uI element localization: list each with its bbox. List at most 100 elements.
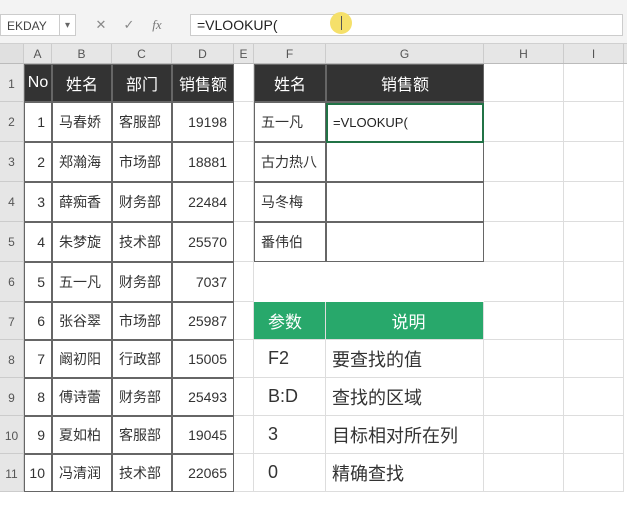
cell[interactable]: 财务部: [112, 262, 172, 302]
row-header[interactable]: 3: [0, 142, 24, 182]
desc-cell[interactable]: 查找的区域: [326, 378, 484, 416]
cell[interactable]: [234, 302, 254, 340]
param-cell[interactable]: 3: [254, 416, 326, 454]
col-header-G[interactable]: G: [326, 44, 484, 63]
param-header[interactable]: 参数: [254, 302, 326, 340]
col-header-A[interactable]: A: [24, 44, 52, 63]
cell[interactable]: [564, 416, 624, 454]
cell[interactable]: [564, 222, 624, 262]
cell[interactable]: 15005: [172, 340, 234, 378]
header-no[interactable]: No: [24, 64, 52, 102]
name-box-dropdown-icon[interactable]: ▾: [60, 14, 76, 36]
cell[interactable]: 冯清润: [52, 454, 112, 492]
row-header[interactable]: 6: [0, 262, 24, 302]
cell[interactable]: [234, 64, 254, 102]
cell[interactable]: [564, 182, 624, 222]
col-header-F[interactable]: F: [254, 44, 326, 63]
cell[interactable]: [564, 102, 624, 142]
row-header[interactable]: 4: [0, 182, 24, 222]
cell[interactable]: 9: [24, 416, 52, 454]
spreadsheet-grid[interactable]: A B C D E F G H I 1 No 姓名 部门 销售额 姓名 销售额 …: [0, 44, 627, 492]
col-header-B[interactable]: B: [52, 44, 112, 63]
lookup-header-name[interactable]: 姓名: [254, 64, 326, 102]
name-box[interactable]: EKDAY: [0, 14, 60, 36]
header-name[interactable]: 姓名: [52, 64, 112, 102]
cell[interactable]: 22484: [172, 182, 234, 222]
cell[interactable]: [484, 222, 564, 262]
column-headers[interactable]: A B C D E F G H I: [0, 44, 627, 64]
cell[interactable]: 19045: [172, 416, 234, 454]
cell[interactable]: 19198: [172, 102, 234, 142]
cell[interactable]: 夏如柏: [52, 416, 112, 454]
cell[interactable]: 6: [24, 302, 52, 340]
cell[interactable]: 8: [24, 378, 52, 416]
cell[interactable]: [564, 64, 624, 102]
cell[interactable]: 阚初阳: [52, 340, 112, 378]
cell[interactable]: [564, 302, 624, 340]
cell[interactable]: 古力热八: [254, 142, 326, 182]
cell[interactable]: [484, 416, 564, 454]
desc-cell[interactable]: 要查找的值: [326, 340, 484, 378]
cell[interactable]: [234, 416, 254, 454]
cell[interactable]: [326, 262, 484, 302]
cell[interactable]: [234, 454, 254, 492]
cell[interactable]: [326, 182, 484, 222]
cell[interactable]: 25493: [172, 378, 234, 416]
cell[interactable]: 3: [24, 182, 52, 222]
cell[interactable]: [254, 262, 326, 302]
cell[interactable]: [564, 378, 624, 416]
cell[interactable]: [484, 262, 564, 302]
cell[interactable]: 财务部: [112, 182, 172, 222]
cell[interactable]: 市场部: [112, 302, 172, 340]
cell[interactable]: 7037: [172, 262, 234, 302]
row-header[interactable]: 8: [0, 340, 24, 378]
cell[interactable]: [484, 454, 564, 492]
cell[interactable]: 22065: [172, 454, 234, 492]
cell[interactable]: [484, 102, 564, 142]
cell[interactable]: 薛痴香: [52, 182, 112, 222]
confirm-icon[interactable]: ✓: [120, 16, 138, 34]
cell[interactable]: [484, 182, 564, 222]
cell[interactable]: [234, 182, 254, 222]
cell[interactable]: 客服部: [112, 416, 172, 454]
active-formula-cell[interactable]: =VLOOKUP(: [326, 102, 484, 142]
cell[interactable]: 马春娇: [52, 102, 112, 142]
desc-header[interactable]: 说明: [326, 302, 484, 340]
formula-bar-input[interactable]: =VLOOKUP(: [190, 14, 623, 36]
cell[interactable]: [484, 378, 564, 416]
select-all-corner[interactable]: [0, 44, 24, 63]
col-header-E[interactable]: E: [234, 44, 254, 63]
lookup-header-sales[interactable]: 销售额: [326, 64, 484, 102]
cell[interactable]: [234, 142, 254, 182]
cell[interactable]: 马冬梅: [254, 182, 326, 222]
cell[interactable]: 财务部: [112, 378, 172, 416]
col-header-D[interactable]: D: [172, 44, 234, 63]
row-header[interactable]: 9: [0, 378, 24, 416]
cell[interactable]: [234, 340, 254, 378]
cell[interactable]: [564, 454, 624, 492]
header-sales[interactable]: 销售额: [172, 64, 234, 102]
param-cell[interactable]: 0: [254, 454, 326, 492]
cell[interactable]: 朱梦旋: [52, 222, 112, 262]
cell[interactable]: 张谷翠: [52, 302, 112, 340]
cell[interactable]: 客服部: [112, 102, 172, 142]
col-header-C[interactable]: C: [112, 44, 172, 63]
cell[interactable]: 行政部: [112, 340, 172, 378]
param-cell[interactable]: F2: [254, 340, 326, 378]
cell[interactable]: 5: [24, 262, 52, 302]
cell[interactable]: [564, 142, 624, 182]
cell[interactable]: [234, 262, 254, 302]
cell[interactable]: [484, 340, 564, 378]
row-header[interactable]: 7: [0, 302, 24, 340]
desc-cell[interactable]: 精确查找: [326, 454, 484, 492]
cell[interactable]: 4: [24, 222, 52, 262]
cell[interactable]: 市场部: [112, 142, 172, 182]
cell[interactable]: 2: [24, 142, 52, 182]
cell[interactable]: 10: [24, 454, 52, 492]
cell[interactable]: 1: [24, 102, 52, 142]
fx-icon[interactable]: fx: [148, 16, 166, 34]
cell[interactable]: [484, 64, 564, 102]
row-header[interactable]: 2: [0, 102, 24, 142]
cell[interactable]: [234, 378, 254, 416]
cancel-icon[interactable]: ✕: [92, 16, 110, 34]
